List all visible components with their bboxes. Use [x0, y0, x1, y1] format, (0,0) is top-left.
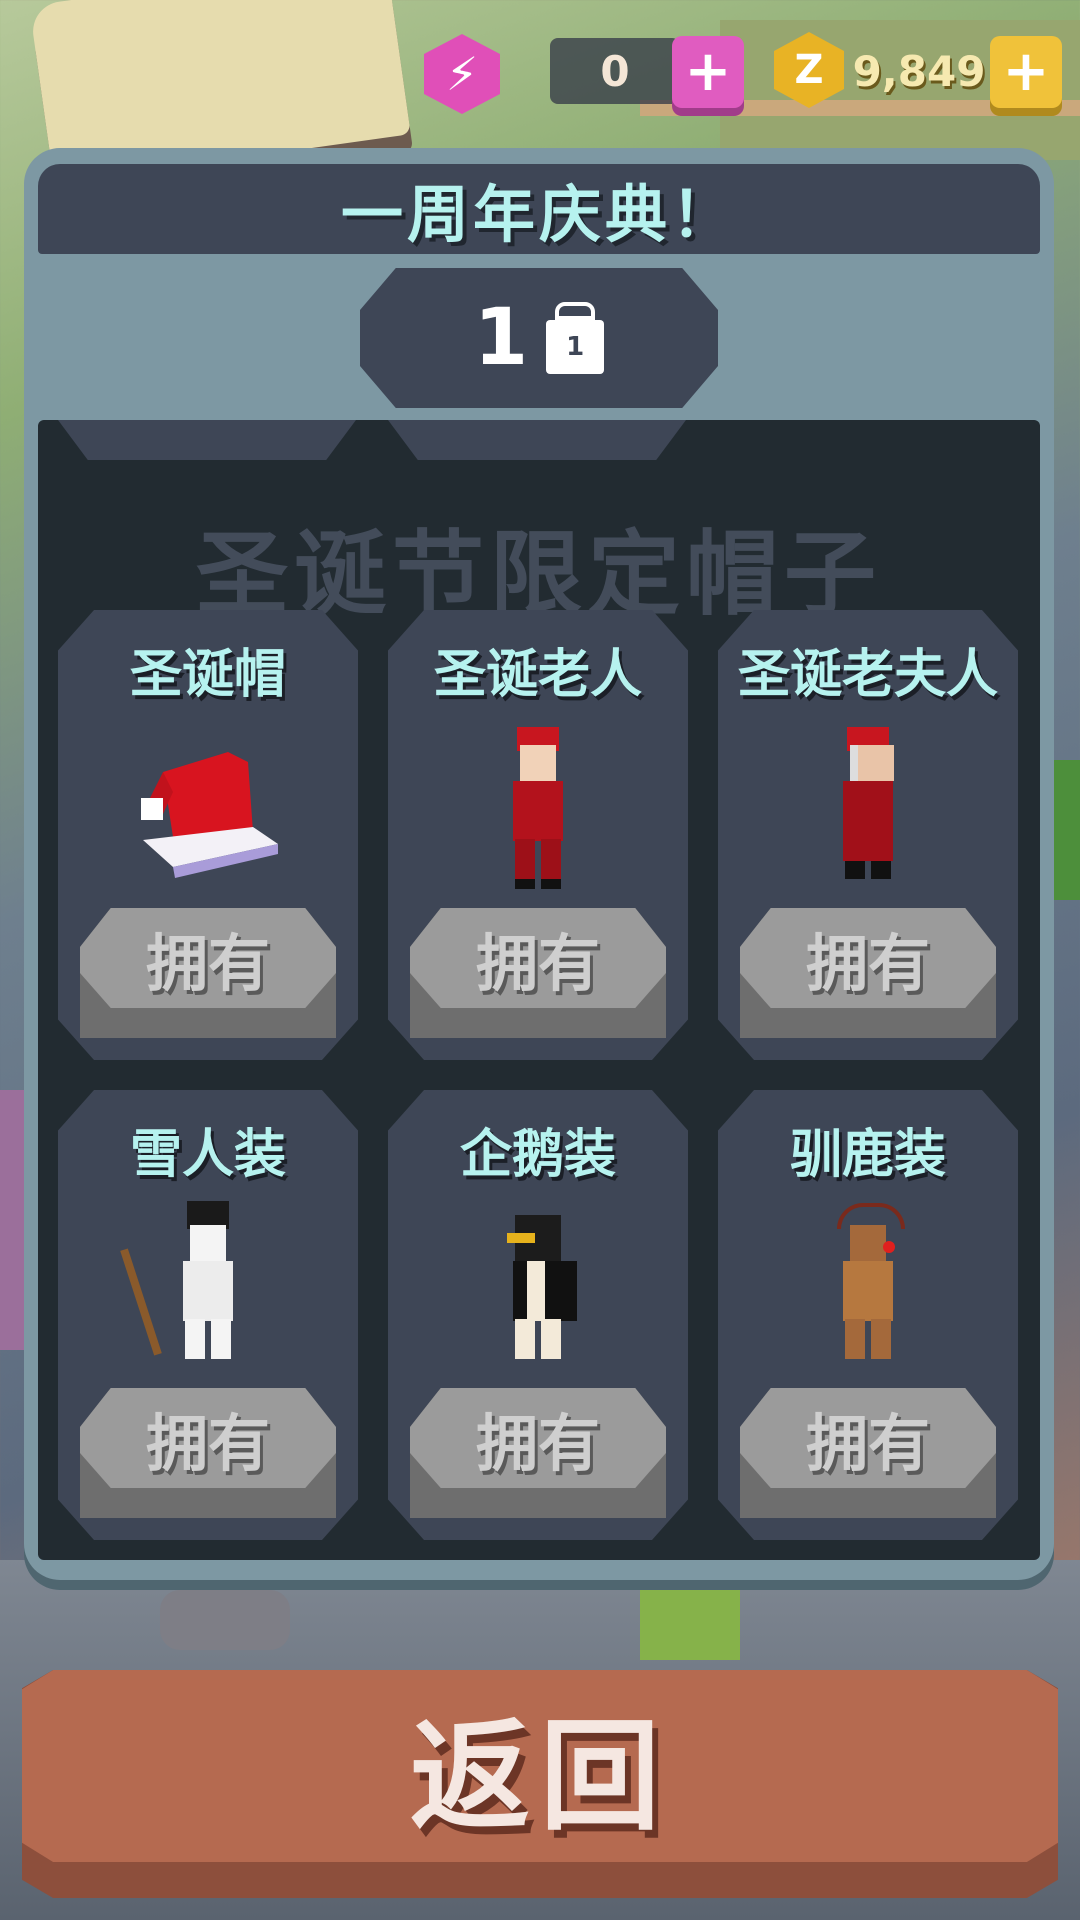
item-name: 雪人装: [129, 1125, 286, 1185]
item-card-reindeer[interactable]: 驯鹿装 拥有: [718, 1090, 1018, 1540]
owned-button-label: 拥有: [410, 1388, 666, 1488]
item-card-santa-hat[interactable]: 圣诞帽 拥有: [58, 610, 358, 1060]
gift-bow: [555, 302, 596, 320]
back-button-label: 返回: [22, 1670, 1058, 1862]
owned-button-label: 拥有: [80, 908, 336, 1008]
coin-count: 9,849: [852, 46, 986, 96]
owned-button-label: 拥有: [410, 908, 666, 1008]
mrs-claus-costume-icon: [768, 722, 968, 892]
reindeer-costume-icon: [768, 1202, 968, 1372]
owned-button-label: 拥有: [80, 1388, 336, 1488]
back-button[interactable]: 返回: [22, 1670, 1058, 1898]
owned-button-label: 拥有: [740, 908, 996, 1008]
owned-button[interactable]: 拥有: [80, 908, 336, 1038]
item-name: 驯鹿装: [789, 1125, 946, 1185]
background-animal: [160, 1590, 290, 1650]
panel-title: 一周年庆典！: [340, 178, 737, 251]
item-name: 圣诞帽: [129, 645, 286, 705]
previous-card-edge: [58, 420, 356, 460]
gift-count: 1: [473, 293, 529, 383]
owned-button[interactable]: 拥有: [410, 1388, 666, 1518]
owned-button[interactable]: 拥有: [740, 1388, 996, 1518]
gem-count: 0: [550, 38, 680, 104]
penguin-costume-icon: [438, 1202, 638, 1372]
owned-button-label: 拥有: [740, 1388, 996, 1488]
anniversary-panel: 一周年庆典！ 1 1 圣诞节限定帽子 圣诞帽 拥有 圣诞老人 拥有 圣诞老夫人 …: [24, 148, 1054, 1580]
snowman-costume-icon: [108, 1201, 308, 1372]
item-card-santa-claus[interactable]: 圣诞老人 拥有: [388, 610, 688, 1060]
santa-costume-icon: [438, 722, 638, 892]
item-name: 企鹅装: [459, 1125, 616, 1185]
z-coin-icon: Z: [774, 32, 844, 108]
gift-box-icon: 1: [546, 302, 605, 374]
panel-title-bar: 一周年庆典！: [38, 164, 1040, 254]
lightning-gem-icon: ⚡: [424, 34, 500, 114]
resource-bar: ⚡ 0 + Z 9,849 +: [420, 30, 1080, 120]
buy-gems-button[interactable]: +: [672, 36, 744, 108]
item-card-penguin[interactable]: 企鹅装 拥有: [388, 1090, 688, 1540]
gift-box-number: 1: [546, 320, 605, 374]
owned-button[interactable]: 拥有: [410, 908, 666, 1038]
item-name: 圣诞老夫人: [737, 645, 998, 705]
item-list[interactable]: 圣诞节限定帽子 圣诞帽 拥有 圣诞老人 拥有 圣诞老夫人 拥有 雪人装 拥有 企…: [38, 420, 1040, 1560]
buy-coins-button[interactable]: +: [990, 36, 1062, 108]
item-card-mrs-claus[interactable]: 圣诞老夫人 拥有: [718, 610, 1018, 1060]
previous-card-edge: [388, 420, 686, 460]
owned-button[interactable]: 拥有: [80, 1388, 336, 1518]
item-card-snowman[interactable]: 雪人装 拥有: [58, 1090, 358, 1540]
santa-hat-icon: [108, 722, 308, 892]
gift-counter[interactable]: 1 1: [360, 268, 718, 408]
item-name: 圣诞老人: [433, 645, 642, 705]
owned-button[interactable]: 拥有: [740, 908, 996, 1038]
background-bush: [640, 1590, 740, 1660]
